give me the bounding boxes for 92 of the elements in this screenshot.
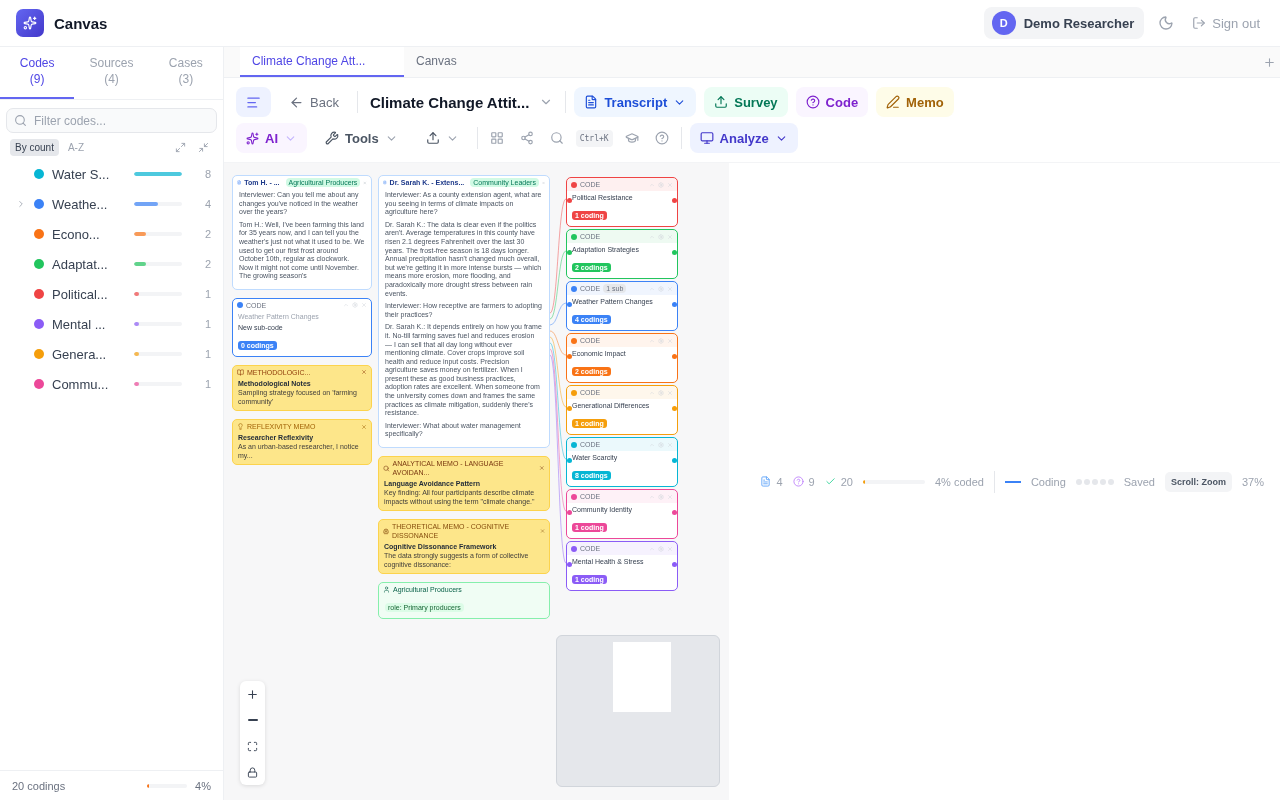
code-count: 2 — [203, 258, 211, 270]
person-icon — [383, 586, 390, 594]
wrench-icon — [325, 131, 339, 145]
settings-icon — [352, 302, 358, 309]
app-title: Canvas — [54, 14, 109, 32]
code-name[interactable]: Weathe... — [52, 196, 126, 212]
transcript-card[interactable] — [232, 175, 372, 290]
minimap[interactable] — [556, 635, 720, 787]
code-name[interactable]: Water S... — [52, 166, 126, 182]
lock-icon — [247, 766, 258, 778]
code-name[interactable]: Mental ... — [52, 316, 126, 332]
create-button[interactable]: Transcript — [574, 87, 697, 117]
monitor-icon — [699, 131, 714, 145]
code-name[interactable]: Genera... — [52, 346, 126, 362]
dots-icon — [1075, 478, 1114, 485]
code-count: 1 — [203, 318, 211, 330]
code-count: 1 — [203, 288, 211, 300]
sort-button[interactable]: By count — [10, 138, 59, 156]
settings-icon — [658, 181, 664, 188]
fit-view-icon — [247, 740, 258, 752]
scroll-mode-badge[interactable]: Scroll: Zoom — [1164, 471, 1232, 492]
tools-button[interactable]: Tools — [315, 123, 408, 153]
user-avatar: D — [991, 11, 1016, 35]
code-count-bar — [134, 202, 182, 206]
codings-count: 20 codings — [12, 779, 66, 792]
code-count: 8 — [203, 168, 211, 180]
close-icon — [539, 528, 545, 535]
filter-field[interactable]: Filter codes... — [6, 108, 217, 133]
code-count-bar — [134, 172, 182, 176]
close-icon — [539, 465, 545, 472]
code-node-dot — [237, 302, 243, 309]
coded-percent: 4% — [195, 779, 211, 792]
transcript-card[interactable] — [378, 175, 550, 449]
create-button[interactable]: Survey — [704, 87, 788, 117]
coded-progress-bar — [862, 479, 925, 484]
code-name[interactable]: Adaptat... — [52, 256, 126, 272]
code-count: 4 — [203, 198, 211, 210]
menu-button[interactable] — [236, 87, 271, 117]
sign-out-icon — [1192, 16, 1207, 30]
document-tab[interactable]: Climate Change Att... — [240, 47, 404, 77]
user-menu[interactable]: D Demo Researcher — [983, 7, 1145, 39]
user-name: Demo Researcher — [1023, 15, 1135, 31]
minus-icon — [247, 719, 258, 721]
upload-icon — [714, 95, 729, 109]
memo-icon — [383, 527, 389, 535]
settings-icon — [658, 389, 664, 396]
code-count: 1 — [203, 348, 211, 360]
memo-icon — [237, 423, 244, 431]
create-button[interactable]: Code — [795, 87, 869, 117]
settings-icon — [658, 493, 664, 500]
document-icon — [383, 179, 387, 186]
app-logo-icon — [16, 9, 44, 37]
check-icon — [824, 476, 836, 487]
back-button[interactable]: Back — [279, 87, 349, 117]
document-icon — [584, 95, 599, 109]
chevron-icon[interactable] — [16, 198, 26, 210]
sidebar-tab[interactable]: Codes (9) — [0, 47, 75, 99]
memo-icon — [237, 368, 244, 376]
project-title-dropdown[interactable]: Climate Change Attit... — [365, 93, 558, 111]
analyze-button[interactable]: Analyze — [689, 123, 798, 153]
codes-count: 9 — [808, 475, 815, 488]
document-tab[interactable]: Canvas — [404, 47, 524, 77]
sources-count: 4 — [776, 475, 783, 488]
code-name[interactable]: Political... — [52, 286, 126, 302]
codings-total: 20 — [840, 475, 853, 488]
close-icon — [361, 423, 367, 430]
sparkle-icon — [246, 131, 259, 145]
code-count: 2 — [203, 228, 211, 240]
pencil-icon — [886, 95, 901, 109]
zoom-level: 37% — [1241, 475, 1264, 488]
code-count: 1 — [203, 378, 211, 390]
shortcut-hint: Ctrl+K — [575, 129, 613, 147]
coding-line-icon — [1004, 480, 1021, 483]
question-circle-icon — [805, 95, 820, 109]
code-name[interactable]: Commu... — [52, 376, 126, 392]
settings-icon — [658, 337, 664, 344]
memo-icon — [383, 464, 390, 472]
close-icon — [361, 369, 367, 376]
create-button[interactable]: Memo — [876, 87, 954, 117]
document-icon — [237, 179, 242, 186]
ai-button[interactable]: AI — [236, 123, 307, 153]
upload-icon — [425, 131, 440, 145]
coded-progress-bar — [147, 783, 188, 788]
save-status: Saved — [1123, 475, 1155, 488]
mode-label: Coding — [1030, 475, 1066, 488]
document-icon — [760, 476, 772, 487]
code-name[interactable]: Econo... — [52, 226, 126, 242]
search-icon — [14, 114, 27, 127]
question-circle-icon — [792, 476, 804, 487]
plus-icon — [246, 687, 259, 701]
coded-percent: 4% coded — [934, 475, 984, 488]
menu-icon — [246, 94, 261, 110]
